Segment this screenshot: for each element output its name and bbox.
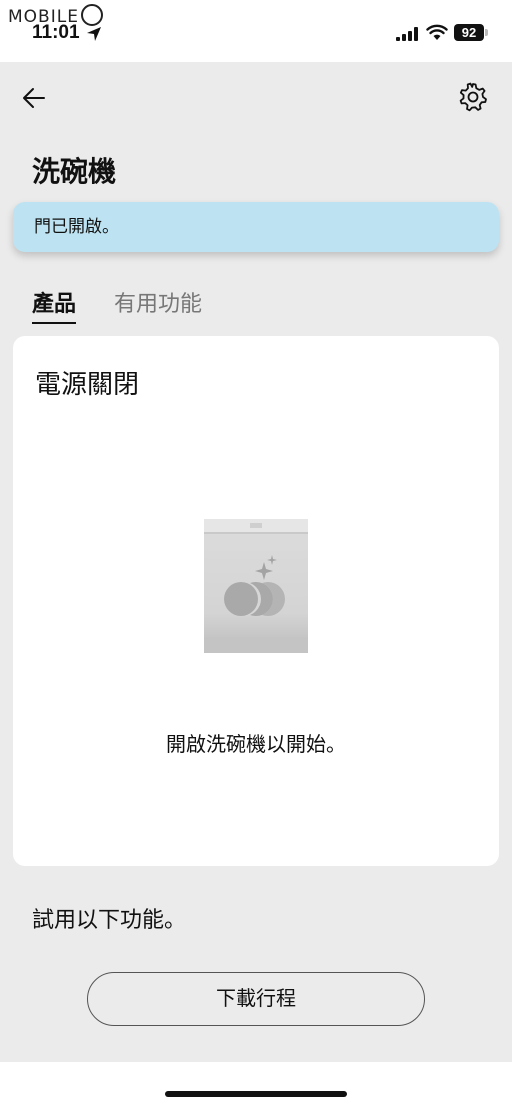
power-status: 電源關閉: [35, 370, 140, 400]
gear-icon[interactable]: [458, 82, 488, 112]
tab-useful-features[interactable]: 有用功能: [114, 286, 202, 318]
wifi-icon: [426, 24, 448, 40]
product-card: 電源關閉 開啟洗碗機以開始。: [13, 336, 499, 866]
battery-level: 92: [454, 24, 484, 41]
back-arrow-icon[interactable]: [20, 84, 48, 112]
battery-indicator: 92: [454, 24, 488, 41]
home-indicator[interactable]: [165, 1091, 347, 1097]
location-arrow-icon: [87, 27, 101, 41]
dishwasher-icon: [204, 519, 308, 653]
status-time: 11:01: [32, 22, 80, 43]
page-title: 洗碗機: [32, 155, 117, 188]
status-bar: MOBILE 11:01 92: [0, 0, 512, 62]
features-heading: 試用以下功能。: [32, 908, 187, 933]
start-hint-text: 開啟洗碗機以開始。: [166, 732, 346, 756]
door-status-banner: 門已開啟。: [13, 202, 499, 252]
app-screen: 洗碗機 門已開啟。 產品 有用功能 電源關閉 開啟洗碗機以開始。 試用以下功能。…: [0, 62, 512, 1062]
download-cycle-button[interactable]: 下載行程: [87, 972, 425, 1026]
tab-product[interactable]: 產品: [32, 286, 77, 324]
signal-icon: [396, 27, 418, 41]
